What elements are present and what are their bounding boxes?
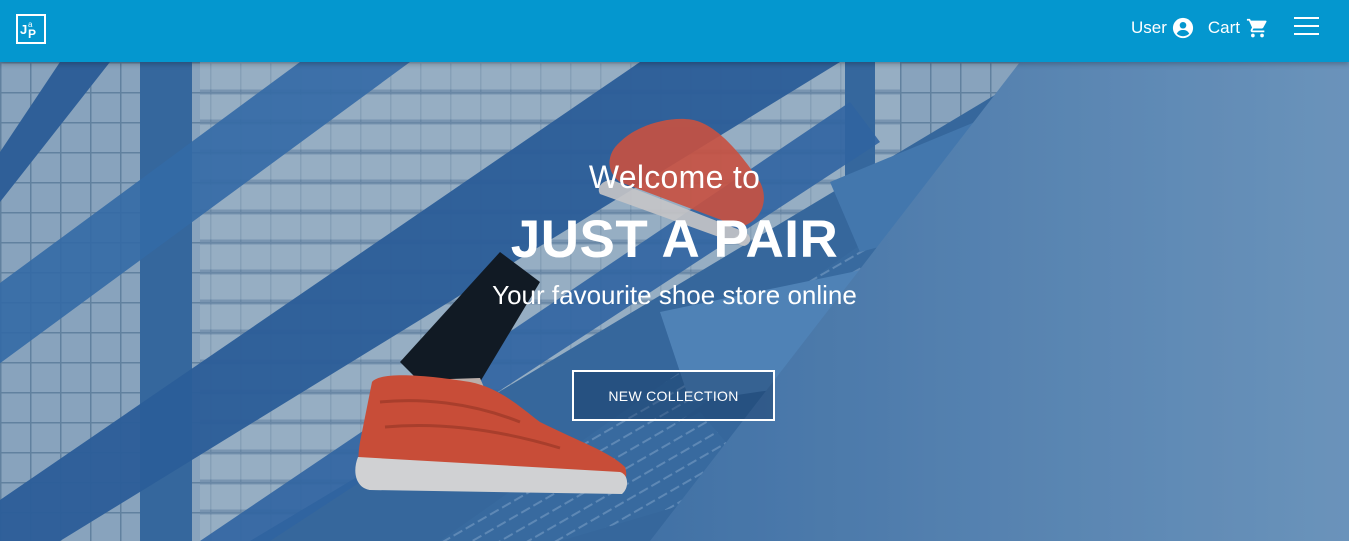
site-logo[interactable]: J a P xyxy=(16,14,46,44)
user-label: User xyxy=(1130,18,1167,37)
cart-label: Cart xyxy=(1207,18,1240,37)
svg-text:P: P xyxy=(28,27,36,41)
shopping-cart-icon xyxy=(1245,17,1269,39)
new-collection-button[interactable]: NEW COLLECTION xyxy=(572,370,775,421)
user-link[interactable]: User xyxy=(1131,17,1194,39)
navbar: J a P User Cart xyxy=(0,0,1349,62)
hero-banner: Welcome to JUST A PAIR Your favourite sh… xyxy=(0,62,1349,541)
hero-welcome: Welcome to xyxy=(588,159,761,195)
nav-actions: User Cart xyxy=(1131,0,1349,56)
hero-tagline: Your favourite shoe store online xyxy=(492,280,857,310)
hamburger-menu-icon[interactable] xyxy=(1294,16,1319,40)
svg-text:J: J xyxy=(20,22,27,37)
hero-brand-title: JUST A PAIR xyxy=(510,210,839,269)
account-circle-icon xyxy=(1172,17,1194,39)
cart-link[interactable]: Cart xyxy=(1208,17,1269,39)
